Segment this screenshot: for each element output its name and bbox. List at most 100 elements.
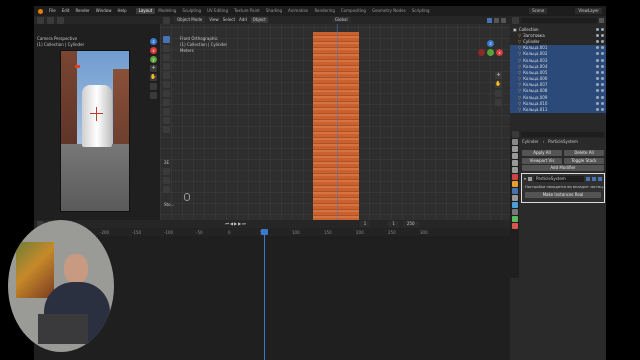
- scale-tool-icon[interactable]: [163, 72, 170, 79]
- current-frame-field[interactable]: 1: [359, 221, 371, 227]
- jump-end-icon[interactable]: ⏭: [242, 221, 246, 227]
- eye-icon[interactable]: [596, 101, 599, 105]
- rotate-tool-icon[interactable]: [163, 63, 170, 70]
- transform-tool-icon[interactable]: [163, 81, 170, 88]
- camera-view-panel[interactable]: Camera Perspective (1) Collection | Cyli…: [34, 16, 160, 220]
- visibility-toggles[interactable]: [596, 83, 604, 87]
- add-modifier-button[interactable]: Add Modifier: [522, 165, 604, 171]
- tool-slot-icon[interactable]: [163, 186, 170, 193]
- viewport-toggle-icon[interactable]: [592, 177, 596, 181]
- eye-icon[interactable]: [596, 64, 599, 68]
- eye-icon[interactable]: [596, 77, 599, 81]
- filter-icon[interactable]: [599, 17, 604, 23]
- tab-compositing[interactable]: Compositing: [338, 8, 369, 14]
- collapse-arrow-icon[interactable]: ▾: [524, 176, 526, 182]
- tab-animation[interactable]: Animation: [285, 8, 311, 14]
- camera-icon[interactable]: [495, 90, 502, 97]
- axis-z-icon[interactable]: z: [487, 40, 494, 47]
- start-frame-field[interactable]: 1: [388, 221, 399, 227]
- menu-render[interactable]: Render: [72, 8, 92, 14]
- modifier-name-field[interactable]: ParticleSystem: [534, 176, 584, 182]
- visibility-toggles[interactable]: [596, 58, 604, 62]
- eye-icon[interactable]: [596, 58, 599, 62]
- make-instances-real-button[interactable]: Make Instances Real: [525, 192, 601, 198]
- eye-icon[interactable]: [596, 27, 599, 31]
- hand-icon[interactable]: ✋: [495, 81, 502, 88]
- camera-icon[interactable]: [601, 95, 604, 99]
- view-layer-selector[interactable]: ViewLayer: [575, 8, 602, 14]
- play-icon[interactable]: ▶: [234, 221, 237, 227]
- prev-key-icon[interactable]: ◀: [230, 221, 233, 227]
- zoom-icon[interactable]: +: [495, 72, 502, 79]
- tool-slot-icon[interactable]: [163, 177, 170, 184]
- tool-tab-icon[interactable]: [511, 139, 518, 145]
- camera-icon[interactable]: [601, 52, 604, 56]
- eye-icon[interactable]: [596, 108, 599, 112]
- axis-x-icon[interactable]: x: [496, 49, 503, 56]
- object-tab-icon[interactable]: [511, 181, 518, 187]
- editor-type-icon[interactable]: [163, 16, 170, 24]
- camera-icon[interactable]: [150, 83, 157, 90]
- tab-rendering[interactable]: Rendering: [311, 8, 337, 14]
- cursor-tool-icon[interactable]: [163, 45, 170, 52]
- zoom-icon[interactable]: +: [150, 65, 157, 72]
- annotate-tool-icon[interactable]: [163, 90, 170, 97]
- camera-icon[interactable]: [601, 46, 604, 50]
- menu-object[interactable]: Object: [250, 17, 268, 23]
- menu-edit[interactable]: Edit: [59, 8, 73, 14]
- object-mode-dropdown[interactable]: Object Mode: [174, 17, 206, 23]
- axis-y-icon[interactable]: [487, 49, 494, 56]
- outliner-type-icon[interactable]: [512, 16, 519, 24]
- viewport-vis-button[interactable]: Viewport Vis: [522, 158, 562, 164]
- visibility-toggles[interactable]: [596, 39, 604, 43]
- material-tab-icon[interactable]: [511, 223, 518, 229]
- camera-icon[interactable]: [601, 39, 604, 43]
- grid-icon[interactable]: [150, 92, 157, 99]
- camera-icon[interactable]: [601, 58, 604, 62]
- physics-tab-icon[interactable]: [511, 202, 518, 208]
- eye-icon[interactable]: [596, 95, 599, 99]
- visibility-toggles[interactable]: [596, 108, 604, 112]
- visibility-toggles[interactable]: [596, 70, 604, 74]
- end-frame-field[interactable]: 250: [402, 221, 419, 227]
- camera-icon[interactable]: [601, 108, 604, 112]
- apply-all-button[interactable]: Apply All: [522, 150, 562, 156]
- tab-shading[interactable]: Shading: [263, 8, 285, 14]
- eye-icon[interactable]: [596, 33, 599, 37]
- outliner-item[interactable]: ▽ Кольца.011: [510, 106, 606, 113]
- visibility-toggles[interactable]: [596, 46, 604, 50]
- camera-icon[interactable]: [601, 89, 604, 93]
- menu-file[interactable]: File: [46, 8, 59, 14]
- visibility-toggles[interactable]: [596, 27, 604, 31]
- visibility-toggles[interactable]: [596, 52, 604, 56]
- world-tab-icon[interactable]: [511, 174, 518, 180]
- measure-tool-icon[interactable]: [163, 99, 170, 106]
- jump-start-icon[interactable]: ⏮: [225, 221, 229, 227]
- menu-add[interactable]: Add: [239, 17, 247, 23]
- tab-scripting[interactable]: Scripting: [409, 8, 433, 14]
- main-viewport[interactable]: Object Mode View Select Add Object Globa…: [160, 16, 510, 220]
- tab-texture-paint[interactable]: Texture Paint: [231, 8, 263, 14]
- extrude-tool-icon[interactable]: [163, 117, 170, 124]
- playhead-handle[interactable]: [261, 229, 268, 235]
- scene-tab-icon[interactable]: [511, 167, 518, 173]
- camera-icon[interactable]: [601, 27, 604, 31]
- properties-search-input[interactable]: [521, 131, 604, 137]
- tab-geometry-nodes[interactable]: Geometry Nodes: [369, 8, 409, 14]
- menu-window[interactable]: Window: [93, 8, 115, 14]
- blender-logo-icon[interactable]: [38, 8, 43, 14]
- mode-icon[interactable]: [47, 16, 54, 24]
- hand-icon[interactable]: ✋: [150, 74, 157, 81]
- visibility-toggles[interactable]: [596, 89, 604, 93]
- visibility-toggles[interactable]: [596, 64, 604, 68]
- render-toggle-icon[interactable]: [598, 177, 602, 181]
- properties-type-icon[interactable]: [512, 130, 519, 138]
- eye-icon[interactable]: [596, 39, 599, 43]
- data-tab-icon[interactable]: [511, 216, 518, 222]
- outliner-search-input[interactable]: [521, 17, 597, 23]
- particles-tab-icon[interactable]: [511, 195, 518, 201]
- view-icon[interactable]: [57, 16, 64, 24]
- editor-type-icon[interactable]: [37, 16, 44, 24]
- timeline-ruler[interactable]: -250-200-150-100-50050100150200250300: [34, 229, 510, 236]
- tab-uv-editing[interactable]: UV Editing: [204, 8, 231, 14]
